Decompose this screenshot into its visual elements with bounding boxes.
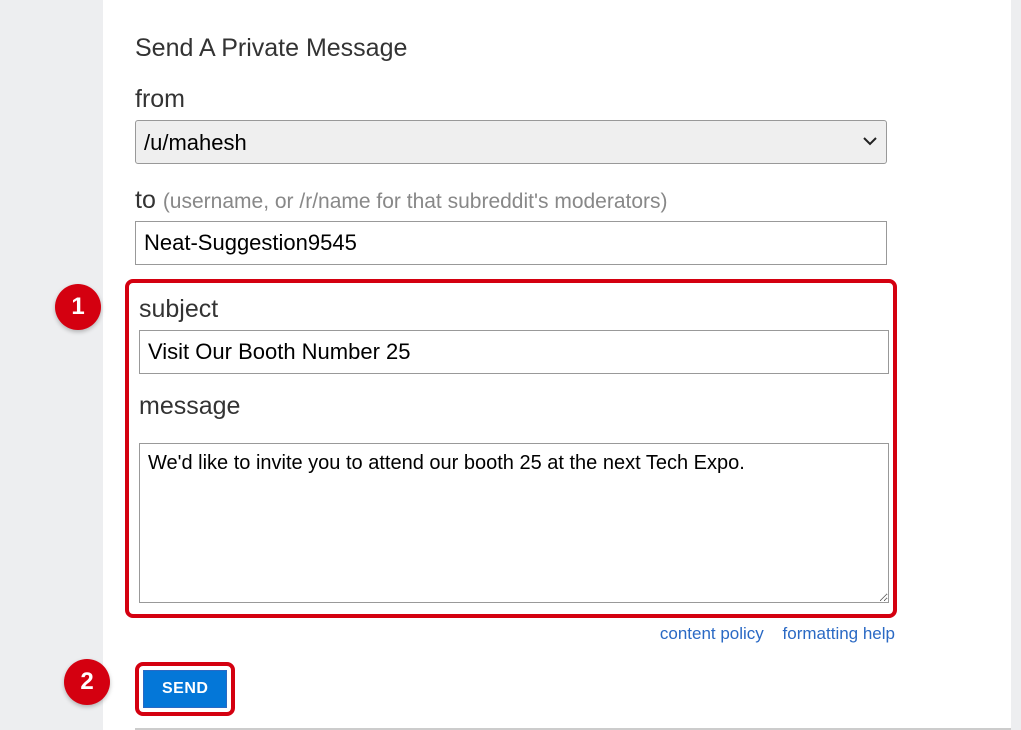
from-label: from (135, 85, 979, 114)
from-select-wrap: /u/mahesh (135, 120, 887, 164)
to-hint: (username, or /r/name for that subreddit… (163, 190, 668, 213)
from-select[interactable]: /u/mahesh (135, 120, 887, 164)
links-row: content policy formatting help (135, 624, 895, 644)
to-label-text: to (135, 186, 156, 214)
send-button[interactable]: SEND (143, 670, 227, 708)
to-input[interactable] (135, 221, 887, 265)
message-label: message (139, 392, 885, 421)
callout-badge-2: 2 (64, 659, 110, 705)
formatting-help-link[interactable]: formatting help (783, 624, 895, 643)
send-button-highlight: SEND (135, 662, 235, 716)
subject-message-highlight: subject message (125, 279, 897, 618)
content-policy-link[interactable]: content policy (660, 624, 764, 643)
page-title: Send A Private Message (135, 34, 979, 63)
callout-badge-1: 1 (55, 284, 101, 330)
subject-input[interactable] (139, 330, 889, 374)
pm-form-panel: Send A Private Message from /u/mahesh to… (103, 0, 1011, 730)
to-label: to (username, or /r/name for that subred… (135, 186, 979, 215)
subject-label: subject (139, 295, 885, 324)
message-textarea[interactable] (139, 443, 889, 603)
